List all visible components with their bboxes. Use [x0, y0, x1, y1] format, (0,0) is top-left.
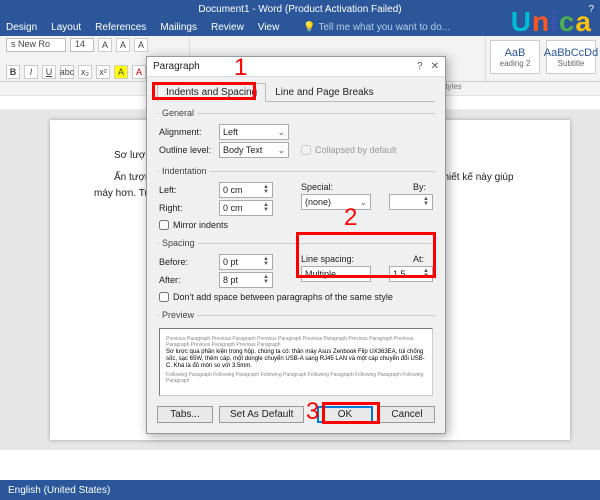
highlight-button[interactable]: A [114, 65, 128, 79]
preview-box: Previous Paragraph Previous Paragraph Pr… [159, 328, 433, 396]
tell-me-search[interactable]: Tell me what you want to do... [303, 22, 450, 33]
clear-format-button[interactable]: A [134, 38, 148, 52]
before-spinner[interactable]: 0 pt▲▼ [219, 254, 273, 270]
indent-left-spinner[interactable]: 0 cm▲▼ [219, 182, 273, 198]
tab-indents-spacing[interactable]: Indents and Spacing [157, 83, 266, 102]
tab-line-page-breaks[interactable]: Line and Page Breaks [266, 83, 382, 101]
tab-view[interactable]: View [258, 22, 280, 33]
alignment-select[interactable]: Left [219, 124, 289, 140]
font-size-combo[interactable]: 14 [70, 38, 94, 52]
annotation-number-1: 1 [234, 54, 247, 82]
font-name-combo[interactable]: s New Ro [6, 38, 66, 52]
titlebar: Document1 - Word (Product Activation Fai… [0, 0, 600, 18]
outline-select[interactable]: Body Text [219, 142, 289, 158]
spacing-group: Spacing Before:0 pt▲▼ After:8 pt▲▼ Line … [157, 238, 435, 306]
cancel-button[interactable]: Cancel [379, 406, 435, 423]
title-text: Document1 - Word (Product Activation Fai… [198, 4, 401, 15]
general-group: General Alignment: Left Outline level: B… [157, 108, 435, 162]
dialog-titlebar[interactable]: Paragraph ? ✕ [147, 57, 445, 77]
preview-group: Preview Previous Paragraph Previous Para… [157, 310, 435, 398]
paragraph-dialog: Paragraph ? ✕ Indents and Spacing Line an… [146, 56, 446, 434]
strike-button[interactable]: abc [60, 65, 74, 79]
style-subtitle[interactable]: AaBbCcDdSubtitle [546, 40, 596, 74]
dialog-help-icon[interactable]: ? [417, 61, 423, 72]
annotation-number-3: 3 [306, 398, 319, 426]
bold-button[interactable]: B [6, 65, 20, 79]
help-icon[interactable]: ? [588, 4, 594, 15]
alignment-label: Alignment: [159, 127, 215, 137]
set-default-button[interactable]: Set As Default [219, 406, 304, 423]
after-spinner[interactable]: 8 pt▲▼ [219, 272, 273, 288]
ok-button[interactable]: OK [317, 406, 373, 423]
at-spinner[interactable]: 1.5▲▼ [389, 266, 433, 282]
outline-label: Outline level: [159, 145, 215, 155]
tab-layout[interactable]: Layout [51, 22, 81, 33]
no-add-space-checkbox[interactable] [159, 292, 169, 302]
font-color-button[interactable]: A [132, 65, 146, 79]
indentation-group: Indentation Left:0 cm▲▼ Right:0 cm▲▼ Spe… [157, 166, 435, 234]
mirror-indents-checkbox[interactable] [159, 220, 169, 230]
tab-review[interactable]: Review [211, 22, 244, 33]
by-spinner[interactable]: ▲▼ [389, 194, 433, 210]
indent-right-spinner[interactable]: 0 cm▲▼ [219, 200, 273, 216]
subscript-button[interactable]: x₂ [78, 65, 92, 79]
underline-button[interactable]: U [42, 65, 56, 79]
grow-font-button[interactable]: A [98, 38, 112, 52]
dialog-close-icon[interactable]: ✕ [431, 61, 439, 72]
ribbon-tabs: Design Layout References Mailings Review… [0, 18, 600, 36]
tab-mailings[interactable]: Mailings [160, 22, 197, 33]
line-spacing-select[interactable]: Multiple [301, 266, 371, 282]
style-heading2[interactable]: AaBeading 2 [490, 40, 540, 74]
tab-references[interactable]: References [95, 22, 146, 33]
status-language[interactable]: English (United States) [8, 485, 110, 496]
collapsed-checkbox [301, 145, 311, 155]
dialog-tabs: Indents and Spacing Line and Page Breaks [157, 83, 435, 102]
dialog-title: Paragraph [153, 61, 200, 72]
annotation-number-2: 2 [344, 204, 357, 232]
italic-button[interactable]: I [24, 65, 38, 79]
tabs-button[interactable]: Tabs... [157, 406, 213, 423]
statusbar: English (United States) [0, 480, 600, 500]
styles-gallery[interactable]: AaBeading 2 AaBbCcDdSubtitle [486, 36, 600, 81]
special-select[interactable]: (none) [301, 194, 371, 210]
superscript-button[interactable]: x² [96, 65, 110, 79]
tab-design[interactable]: Design [6, 22, 37, 33]
shrink-font-button[interactable]: A [116, 38, 130, 52]
